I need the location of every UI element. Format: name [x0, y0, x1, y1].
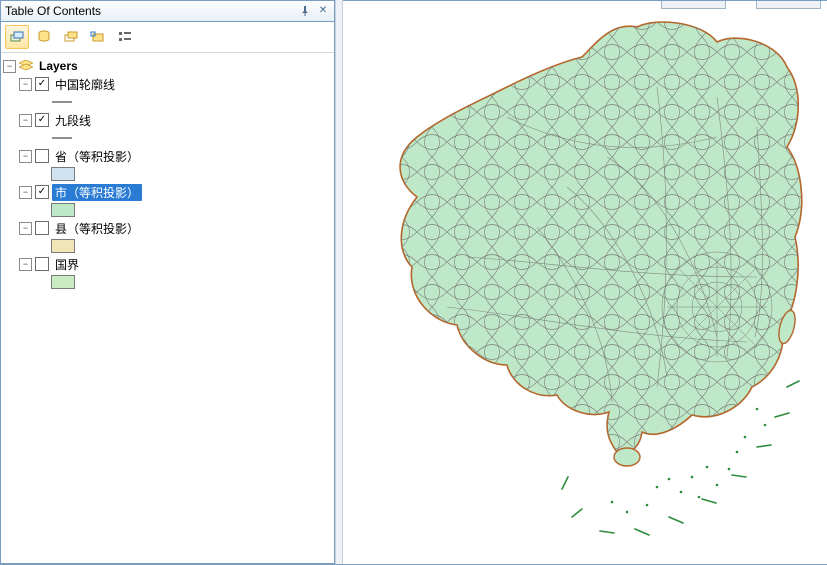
layer-visibility-checkbox[interactable] — [35, 257, 49, 271]
tb-list-by-source-icon[interactable] — [32, 25, 56, 49]
tb-list-by-selection-icon[interactable] — [86, 25, 110, 49]
map-view[interactable] — [343, 0, 827, 564]
layer-swatch — [51, 275, 75, 289]
layer-visibility-checkbox[interactable] — [35, 149, 49, 163]
layer-row[interactable]: 中国轮廓线 — [3, 75, 332, 93]
splitter[interactable] — [335, 0, 343, 564]
toc-titlebar: Table Of Contents ✕ — [1, 1, 334, 22]
expand-toggle[interactable] — [19, 186, 32, 199]
pin-icon[interactable] — [298, 4, 312, 18]
expand-toggle[interactable] — [19, 222, 32, 235]
close-icon[interactable]: ✕ — [316, 4, 330, 18]
layer-symbol-row — [3, 273, 332, 291]
layer-label[interactable]: 市（等积投影） — [52, 184, 142, 201]
toc-toolbar — [1, 22, 334, 53]
layer-visibility-checkbox[interactable] — [35, 221, 49, 235]
layer-label[interactable]: 县（等积投影） — [52, 220, 142, 237]
layer-symbol-row — [3, 201, 332, 219]
layer-row[interactable]: 九段线 — [3, 111, 332, 129]
tree-root-label: Layers — [36, 59, 81, 73]
layer-symbol-row — [3, 93, 332, 111]
layer-tree[interactable]: Layers 中国轮廓线九段线省（等积投影） 市（等积投影） 县（等积投影） 国界 — [1, 53, 334, 563]
app-root: Table Of Contents ✕ Layers中国 — [0, 0, 827, 565]
tb-list-by-visibility-icon[interactable] — [59, 25, 83, 49]
layer-visibility-checkbox[interactable] — [35, 185, 49, 199]
layer-row[interactable]: 县（等积投影） — [3, 219, 332, 237]
layer-visibility-checkbox[interactable] — [35, 77, 49, 91]
layer-label[interactable]: 中国轮廓线 — [52, 76, 118, 93]
layer-line-symbol — [51, 96, 73, 108]
layer-label[interactable]: 九段线 — [52, 112, 94, 129]
toc-title-text: Table Of Contents — [5, 1, 101, 21]
layer-row[interactable]: 市（等积投影） — [3, 183, 332, 201]
expand-toggle[interactable] — [19, 114, 32, 127]
hainan-island — [614, 448, 640, 466]
layer-row[interactable]: 国界 — [3, 255, 332, 273]
layer-row[interactable]: 省（等积投影） — [3, 147, 332, 165]
layer-label[interactable]: 国界 — [52, 256, 82, 273]
expand-toggle[interactable] — [19, 150, 32, 163]
layer-line-symbol — [51, 132, 73, 144]
expand-toggle[interactable] — [19, 78, 32, 91]
layers-group-icon — [19, 60, 33, 72]
layer-swatch — [51, 167, 75, 181]
toc-panel: Table Of Contents ✕ Layers中国 — [0, 0, 335, 564]
layer-swatch — [51, 239, 75, 253]
tb-list-by-drawing-order-icon[interactable] — [5, 25, 29, 49]
tree-root-row[interactable]: Layers — [3, 57, 332, 75]
layer-label[interactable]: 省（等积投影） — [52, 148, 142, 165]
expand-toggle[interactable] — [3, 60, 16, 73]
layer-swatch — [51, 203, 75, 217]
layer-symbol-row — [3, 129, 332, 147]
layer-symbol-row — [3, 237, 332, 255]
tb-options-icon[interactable] — [113, 25, 137, 49]
expand-toggle[interactable] — [19, 258, 32, 271]
layer-symbol-row — [3, 165, 332, 183]
layer-visibility-checkbox[interactable] — [35, 113, 49, 127]
china-map — [357, 7, 817, 547]
